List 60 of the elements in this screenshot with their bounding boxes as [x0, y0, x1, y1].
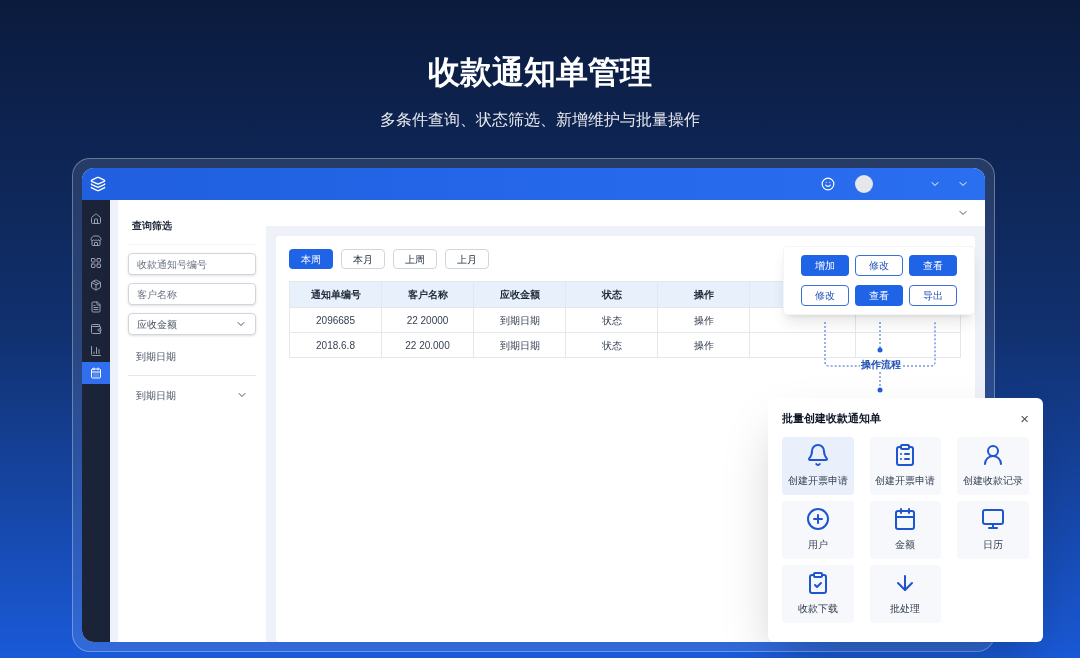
- action-button[interactable]: 导出: [909, 285, 957, 306]
- action-button[interactable]: 查看: [855, 285, 903, 306]
- column-header: 状态: [565, 281, 658, 308]
- bell-icon: [805, 443, 830, 467]
- box-icon: [90, 279, 102, 291]
- action-button[interactable]: 修改: [855, 255, 903, 276]
- table-cell: 到期日期: [473, 307, 566, 333]
- column-header: 通知单编号: [289, 281, 382, 308]
- dialog-action[interactable]: 金额: [869, 500, 942, 559]
- text-field[interactable]: 收款通知号编号: [128, 253, 256, 275]
- dialog-action[interactable]: 创建收款记录: [957, 436, 1029, 495]
- dialog-action[interactable]: 收款下载: [782, 564, 854, 623]
- action-button[interactable]: 查看: [909, 255, 957, 276]
- table-cell: 状态: [565, 307, 658, 333]
- calendar-icon: [90, 367, 102, 379]
- dialog-action[interactable]: 用户: [782, 500, 854, 559]
- dialog-action[interactable]: 创建开票申请: [782, 436, 854, 495]
- dialog-action[interactable]: 日历: [957, 500, 1029, 559]
- table-cell: 状态: [565, 332, 658, 358]
- plus-icon: [805, 507, 830, 531]
- wallet-icon: [90, 323, 102, 335]
- avatar[interactable]: [855, 175, 873, 193]
- logo-icon: [90, 176, 106, 192]
- dialog-action[interactable]: 创建开票申请: [869, 436, 942, 495]
- period-tab[interactable]: 上周: [393, 249, 437, 269]
- table-cell: 22 20.000: [381, 332, 474, 358]
- period-tab[interactable]: 本月: [341, 249, 385, 269]
- home-icon: [90, 213, 102, 225]
- action-button[interactable]: 修改: [801, 285, 849, 306]
- table-cell: 到期日期: [473, 332, 566, 358]
- filter-label: 到期日期: [135, 351, 177, 362]
- select-field[interactable]: 应收金额: [128, 313, 256, 335]
- column-header: 操作: [657, 281, 750, 308]
- flow-label: 操作流程: [860, 359, 902, 371]
- table-cell: 2018.6.8: [289, 332, 382, 358]
- table-cell: 操作: [657, 307, 750, 333]
- period-tab[interactable]: 上月: [445, 249, 489, 269]
- column-header: 客户名称: [381, 281, 474, 308]
- page-title: 收款通知单管理: [428, 53, 652, 92]
- store-icon: [90, 235, 102, 247]
- table-cell: 操作: [657, 332, 750, 358]
- period-tab[interactable]: 本周: [289, 249, 333, 269]
- monitor-icon: [981, 507, 1006, 531]
- document-icon: [90, 301, 102, 313]
- panel-title: 查询筛选: [131, 220, 173, 231]
- grid-icon: [90, 257, 102, 269]
- column-header: 应收金额: [473, 281, 566, 308]
- page-subtitle: 多条件查询、状态筛选、新增维护与批量操作: [380, 110, 700, 130]
- calendar-icon: [893, 507, 918, 531]
- dialog-title: 批量创建收款通知单: [782, 411, 881, 426]
- dialog-action[interactable]: 批处理: [869, 564, 942, 623]
- table-cell: 2096685: [289, 307, 382, 333]
- text-field[interactable]: 客户名称: [128, 283, 256, 305]
- smiley-icon[interactable]: [821, 177, 835, 191]
- sidebar-item[interactable]: [82, 362, 110, 384]
- table-cell: 22 20000: [381, 307, 474, 333]
- dropdown-field[interactable]: 到期日期: [128, 384, 256, 406]
- chart-icon: [90, 345, 102, 357]
- close-button[interactable]: ×: [1020, 410, 1029, 426]
- action-button[interactable]: 增加: [801, 255, 849, 276]
